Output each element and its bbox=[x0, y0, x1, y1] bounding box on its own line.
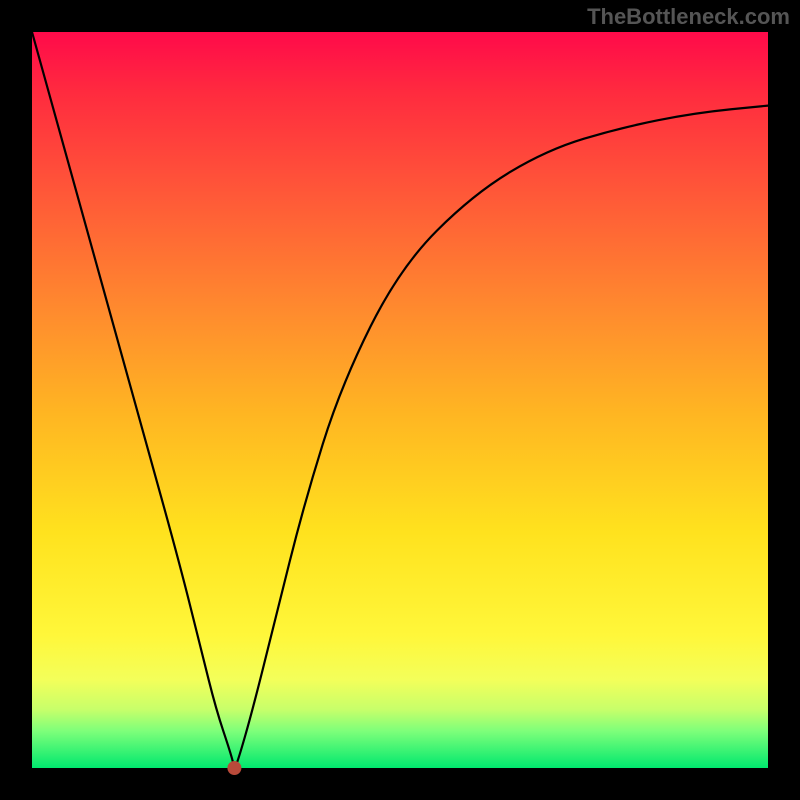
chart-container: TheBottleneck.com bbox=[0, 0, 800, 800]
plot-area bbox=[32, 32, 768, 768]
bottleneck-curve bbox=[32, 32, 768, 766]
watermark-text: TheBottleneck.com bbox=[587, 4, 790, 30]
curve-svg bbox=[32, 32, 768, 768]
minimum-marker bbox=[227, 761, 241, 775]
